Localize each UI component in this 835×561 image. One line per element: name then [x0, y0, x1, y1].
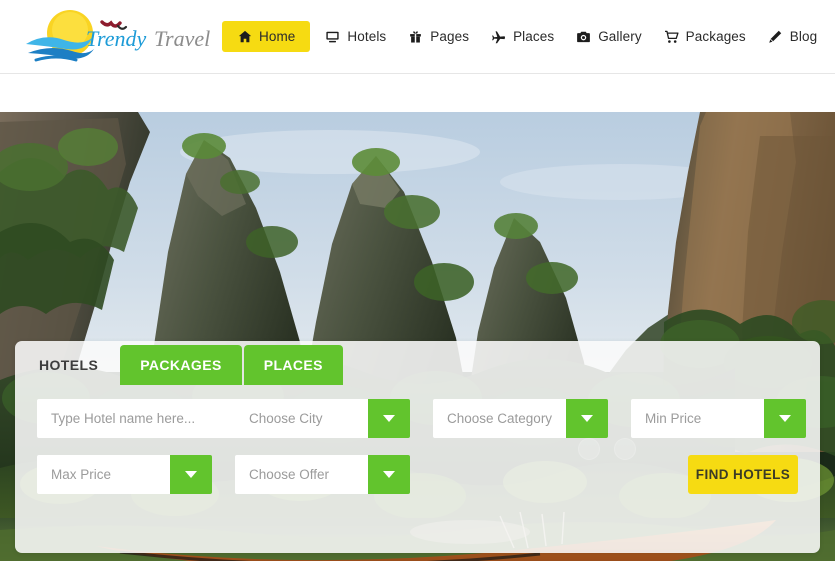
search-form: Choose City Choose Category Min Price Ma… [15, 399, 820, 494]
plane-icon [491, 29, 506, 44]
svg-text:Trendy: Trendy [86, 26, 147, 51]
nav-item-places[interactable]: Places [480, 21, 565, 52]
cart-icon [664, 29, 679, 44]
hotel-name-field [37, 399, 242, 438]
search-row-1: Choose City Choose Category Min Price [15, 399, 820, 438]
chevron-down-icon[interactable] [566, 399, 608, 438]
nav-label: Pages [430, 29, 470, 44]
nav-label: Places [513, 29, 555, 44]
site-header: Trendy Travel Home Hotels Pages Places G… [0, 0, 835, 74]
camera-icon [576, 29, 591, 44]
nav-item-packages[interactable]: Packages [653, 21, 757, 52]
nav-item-gallery[interactable]: Gallery [565, 21, 652, 52]
category-select[interactable]: Choose Category [433, 399, 566, 438]
tab-label: HOTELS [39, 357, 99, 373]
tab-hotels[interactable]: HOTELS [19, 345, 118, 385]
max-price-field: Max Price [37, 455, 212, 494]
city-select[interactable]: Choose City [235, 399, 368, 438]
search-tabs: HOTELS PACKAGES PLACES [19, 345, 343, 385]
max-price-select[interactable]: Max Price [37, 455, 170, 494]
nav-item-home[interactable]: Home [222, 21, 311, 52]
pencil-icon [768, 29, 783, 44]
nav-label: Gallery [598, 29, 642, 44]
page-root: Trendy Travel Home Hotels Pages Places G… [0, 0, 835, 561]
desktop-icon [325, 29, 340, 44]
nav-label: Hotels [347, 29, 387, 44]
hotel-name-input[interactable] [37, 399, 242, 438]
chevron-down-icon[interactable] [368, 455, 410, 494]
find-hotels-button[interactable]: FIND HOTELS [688, 455, 798, 494]
main-nav: Home Hotels Pages Places Gallery Package… [222, 21, 835, 52]
offer-select[interactable]: Choose Offer [235, 455, 368, 494]
svg-text:Travel: Travel [154, 26, 210, 51]
nav-label: Blog [789, 29, 818, 44]
nav-item-pages[interactable]: Pages [397, 21, 480, 52]
chevron-down-icon[interactable] [764, 399, 806, 438]
min-price-field: Min Price [631, 399, 806, 438]
city-field: Choose City [235, 399, 410, 438]
offer-field: Choose Offer [235, 455, 410, 494]
nav-item-blog[interactable]: Blog [757, 21, 828, 52]
nav-label: Packages [685, 29, 746, 44]
chevron-down-icon[interactable] [368, 399, 410, 438]
min-price-select[interactable]: Min Price [631, 399, 764, 438]
nav-label: Home [259, 29, 296, 44]
tab-places[interactable]: PLACES [243, 345, 343, 385]
home-icon [237, 29, 252, 44]
gift-icon [408, 29, 423, 44]
nav-item-shortcodes[interactable]: Shortcodes [828, 21, 835, 52]
search-panel: HOTELS PACKAGES PLACES Choose City Choos… [15, 341, 820, 553]
logo-graphic: Trendy Travel [26, 9, 210, 61]
site-logo[interactable]: Trendy Travel [14, 6, 214, 68]
chevron-down-icon[interactable] [170, 455, 212, 494]
category-field: Choose Category [433, 399, 608, 438]
tab-label: PACKAGES [140, 357, 222, 373]
nav-item-hotels[interactable]: Hotels [314, 21, 397, 52]
tab-label: PLACES [263, 357, 323, 373]
tab-packages[interactable]: PACKAGES [120, 345, 242, 385]
search-row-2: Max Price Choose Offer FIND HOTELS [15, 455, 820, 494]
